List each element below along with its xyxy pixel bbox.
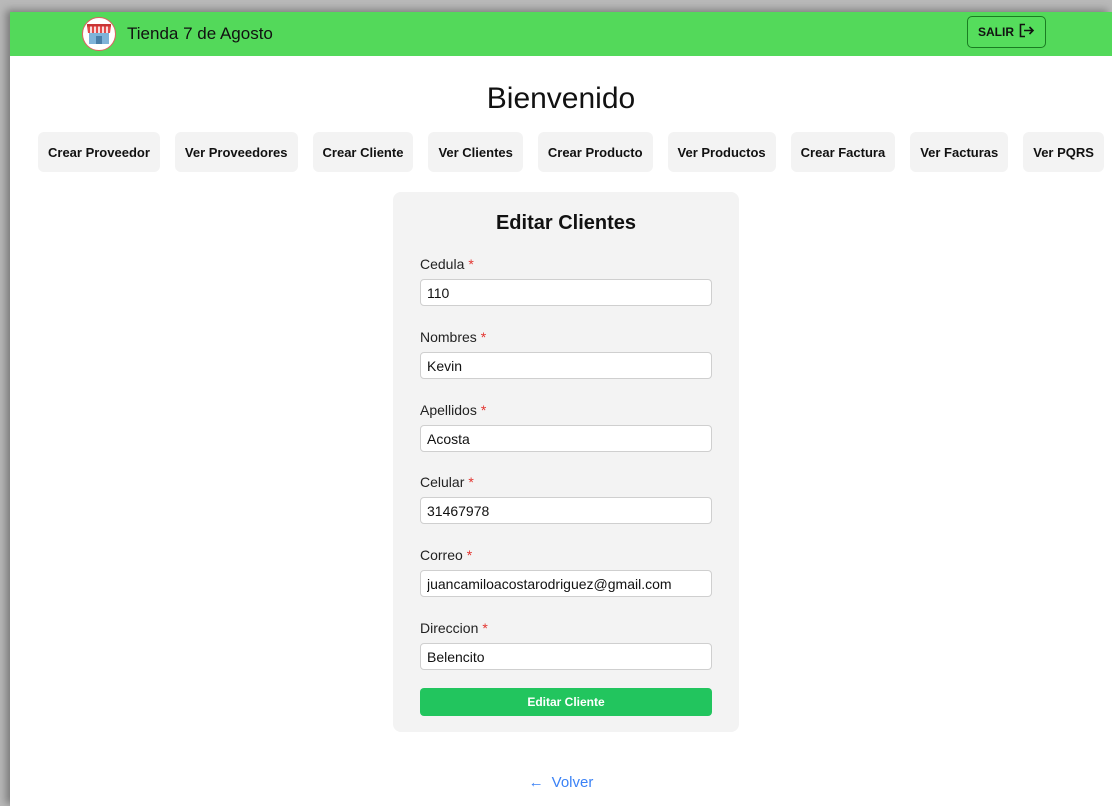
menu-crear-factura-button[interactable]: Crear Factura [790,132,896,172]
required-marker: * [468,256,474,272]
required-marker: * [480,402,487,418]
correo-field-group: Correo * [420,545,712,597]
apellidos-input[interactable] [420,425,712,452]
cedula-field-group: Cedula * [420,254,712,306]
menu-crear-producto-button[interactable]: Crear Producto [537,132,653,172]
welcome-title: Bienvenido [486,82,636,115]
logout-button[interactable]: SALIR [967,16,1046,48]
menu-ver-productos-button[interactable]: Ver Productos [667,132,776,172]
nombres-field-group: Nombres * [420,327,712,379]
main-menu: Crear Proveedor Ver Proveedores Crear Cl… [38,132,1104,172]
logout-arrow-icon [1019,23,1035,41]
menu-crear-proveedor-button[interactable]: Crear Proveedor [38,132,160,172]
brand-name: Tienda 7 de Agosto [127,24,273,43]
direccion-field-group: Direccion * [420,618,712,670]
required-marker: * [480,329,487,345]
apellidos-field-group: Apellidos * [420,400,712,452]
store-awning-icon [82,17,116,51]
required-marker: * [468,474,474,490]
direccion-input[interactable] [420,643,712,670]
celular-field-group: Celular * [420,472,712,524]
menu-ver-clientes-button[interactable]: Ver Clientes [428,132,523,172]
nombres-label: Nombres [420,329,477,345]
celular-label: Celular [420,474,465,490]
logout-label: SALIR [978,25,1014,39]
celular-input[interactable] [420,497,712,524]
menu-crear-cliente-button[interactable]: Crear Cliente [312,132,414,172]
back-link-label: Volver [551,774,594,791]
app-window: Tienda 7 de Agosto SALIR Bienvenido Crea… [10,12,1112,806]
cedula-input[interactable] [420,279,712,306]
top-navbar: Tienda 7 de Agosto SALIR [10,12,1112,56]
direccion-label: Direccion [420,620,479,636]
correo-label: Correo [420,547,463,563]
menu-ver-proveedores-button[interactable]: Ver Proveedores [174,132,298,172]
required-marker: * [466,547,473,563]
nombres-input[interactable] [420,352,712,379]
apellidos-label: Apellidos [420,402,477,418]
correo-input[interactable] [420,570,712,597]
edit-client-form: Editar Clientes Cedula* Nombres* Apellid… [393,192,739,732]
back-link[interactable]: ← Volver [10,774,1112,791]
brand[interactable]: Tienda 7 de Agosto [82,17,273,51]
menu-ver-pqrs-button[interactable]: Ver PQRS [1023,132,1104,172]
arrow-left-icon: ← [528,774,544,791]
required-marker: * [482,620,488,636]
menu-ver-facturas-button[interactable]: Ver Facturas [910,132,1009,172]
form-title: Editar Clientes [495,212,637,234]
edit-client-submit-button[interactable]: Editar Cliente [420,688,712,716]
cedula-label: Cedula [420,256,465,272]
